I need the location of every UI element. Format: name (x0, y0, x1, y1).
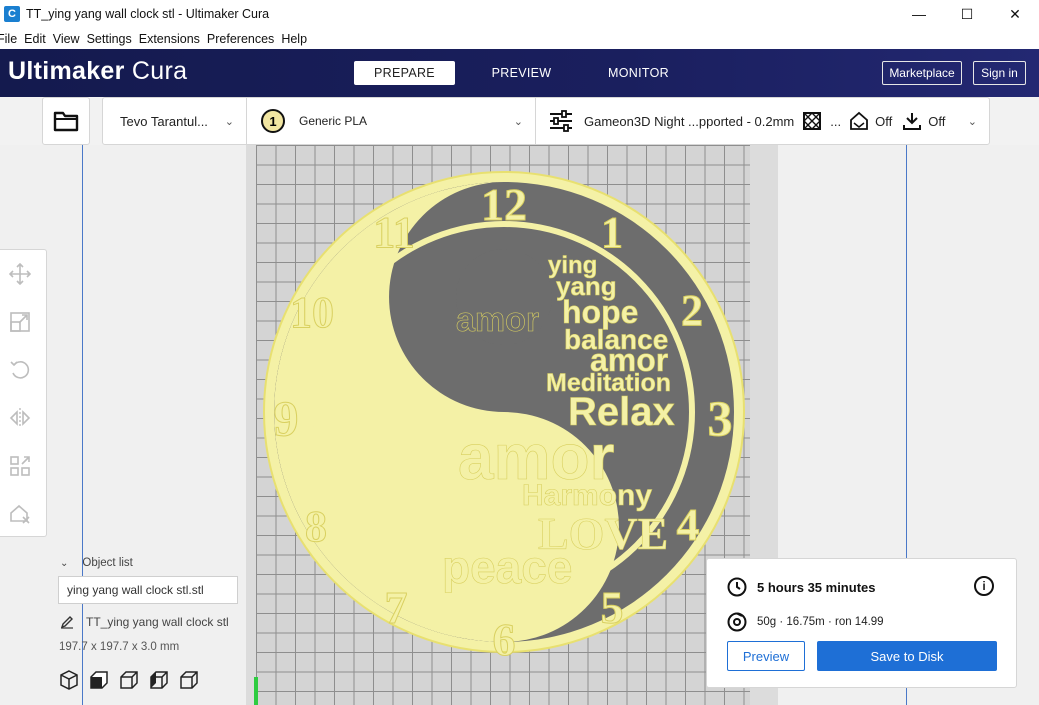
yin-yang-clock-model[interactable]: 12 1 2 3 4 5 6 7 8 9 10 11 ying yang amo… (246, 145, 778, 705)
chevron-down-icon: ⌄ (967, 115, 977, 128)
menu-view[interactable]: View (53, 32, 80, 46)
move-tool-button[interactable] (8, 262, 32, 286)
numeral-8: 8 (305, 502, 327, 551)
top-view-icon[interactable] (118, 669, 140, 691)
brand-bold: Ultimaker (8, 57, 125, 85)
word-peace: peace (442, 541, 572, 593)
chevron-down-icon: ⌄ (60, 557, 69, 569)
open-file-button[interactable] (42, 97, 90, 145)
rotate-icon (10, 361, 30, 379)
object-dimensions: 197.7 x 197.7 x 3.0 mm (59, 641, 180, 653)
save-to-disk-button[interactable]: Save to Disk (817, 641, 997, 671)
numeral-11: 11 (373, 208, 415, 257)
object-name: TT_ying yang wall clock stl (86, 615, 229, 629)
support-blocker-button[interactable] (8, 502, 32, 526)
printer-name: Tevo Tarantul... (120, 113, 208, 129)
numeral-9: 9 (274, 390, 299, 446)
extruder-icon: 1 (261, 109, 285, 133)
menu-settings[interactable]: Settings (87, 32, 132, 46)
folder-icon (53, 111, 79, 132)
tab-monitor[interactable]: MONITOR (588, 61, 689, 85)
infill-icon (803, 112, 822, 130)
support-icon (850, 111, 869, 130)
print-setup-bar: Tevo Tarantul... ⌄ 1 Generic PLA ⌄ Gameo… (102, 97, 990, 145)
scale-icon (10, 312, 30, 332)
mirror-tool-button[interactable] (8, 406, 32, 430)
adhesion-icon (903, 113, 922, 130)
material-name: Generic PLA (299, 114, 368, 128)
support-blocker-icon (10, 504, 30, 524)
menu-bar: File Edit View Settings Extensions Prefe… (0, 28, 1039, 49)
close-button[interactable]: ✕ (991, 0, 1039, 28)
preview-button[interactable]: Preview (727, 641, 805, 671)
numeral-2: 2 (681, 286, 703, 335)
numeral-12: 12 (481, 179, 527, 230)
right-view-icon[interactable] (178, 669, 200, 691)
menu-file[interactable]: File (0, 32, 17, 46)
sign-in-button[interactable]: Sign in (973, 61, 1026, 85)
front-view-icon[interactable] (88, 669, 110, 691)
numeral-10: 10 (290, 288, 334, 337)
profile-name: Gameon3D Night ...pported - 0.2mm (584, 113, 795, 129)
chevron-down-icon: ⌄ (224, 115, 234, 128)
ultimaker-cura-logo: Ultimaker Cura (8, 57, 187, 86)
per-model-settings-icon (10, 456, 30, 476)
window-title: TT_ying yang wall clock stl - Ultimaker … (26, 7, 270, 21)
numeral-3: 3 (708, 390, 733, 446)
material-usage: 50g · 16.75m · ron 14.99 (757, 616, 884, 628)
infill-value: ... (830, 113, 842, 129)
object-list-item[interactable]: ying yang wall clock stl.stl (58, 576, 238, 604)
extruder-number: 1 (269, 114, 276, 129)
printer-selector[interactable]: Tevo Tarantul... ⌄ (103, 97, 247, 145)
object-list-label: Object list (82, 557, 133, 569)
support-value: Off (875, 113, 893, 129)
menu-extensions[interactable]: Extensions (139, 32, 200, 46)
marketplace-button[interactable]: Marketplace (882, 61, 962, 85)
numeral-1: 1 (601, 208, 623, 257)
numeral-6: 6 (493, 614, 516, 665)
app-header: Ultimaker Cura PREPARE PREVIEW MONITOR M… (0, 49, 1039, 97)
title-bar: C TT_ying yang wall clock stl - Ultimake… (0, 0, 1039, 28)
info-icon[interactable]: i (974, 576, 994, 596)
numeral-7: 7 (385, 582, 408, 633)
spool-icon (727, 612, 747, 632)
y-axis-indicator (254, 677, 258, 705)
3d-view-icon[interactable] (58, 669, 80, 691)
tool-panel (0, 249, 47, 537)
menu-preferences[interactable]: Preferences (207, 32, 274, 46)
move-icon (9, 263, 31, 285)
tab-preview[interactable]: PREVIEW (471, 61, 572, 85)
view-orientation-buttons (58, 669, 208, 691)
left-view-icon[interactable] (148, 669, 170, 691)
object-name-row[interactable]: TT_ying yang wall clock stl (60, 615, 229, 629)
cura-app-icon: C (4, 6, 20, 22)
word-amor-upper: amor (456, 301, 539, 339)
print-time-row: 5 hours 35 minutes (727, 577, 875, 597)
clock-icon (727, 577, 747, 597)
material-usage-row: 50g · 16.75m · ron 14.99 (727, 612, 884, 632)
maximize-button[interactable]: ☐ (943, 0, 991, 28)
numeral-4: 4 (677, 499, 700, 550)
mirror-icon (9, 408, 31, 428)
window-controls: — ☐ ✕ (895, 0, 1039, 28)
tab-prepare[interactable]: PREPARE (354, 61, 455, 85)
numeral-5: 5 (601, 582, 624, 633)
brand-light: Cura (124, 57, 188, 85)
scale-tool-button[interactable] (8, 310, 32, 334)
chevron-down-icon: ⌄ (513, 115, 523, 128)
menu-edit[interactable]: Edit (24, 32, 46, 46)
settings-sliders-icon (550, 110, 572, 132)
menu-help[interactable]: Help (281, 32, 307, 46)
per-model-settings-button[interactable] (8, 454, 32, 478)
pencil-icon (60, 616, 73, 629)
object-list-toggle[interactable]: ⌄ Object list (60, 557, 133, 569)
material-selector[interactable]: 1 Generic PLA ⌄ (247, 97, 536, 145)
minimize-button[interactable]: — (895, 0, 943, 28)
adhesion-value: Off (928, 113, 946, 129)
print-time: 5 hours 35 minutes (757, 579, 876, 595)
rotate-tool-button[interactable] (8, 358, 32, 382)
print-estimate-panel: 5 hours 35 minutes i 50g · 16.75m · ron … (706, 558, 1017, 688)
stage-tabs: PREPARE PREVIEW MONITOR (354, 61, 705, 85)
print-settings-selector[interactable]: Gameon3D Night ...pported - 0.2mm ... Of… (536, 97, 989, 145)
